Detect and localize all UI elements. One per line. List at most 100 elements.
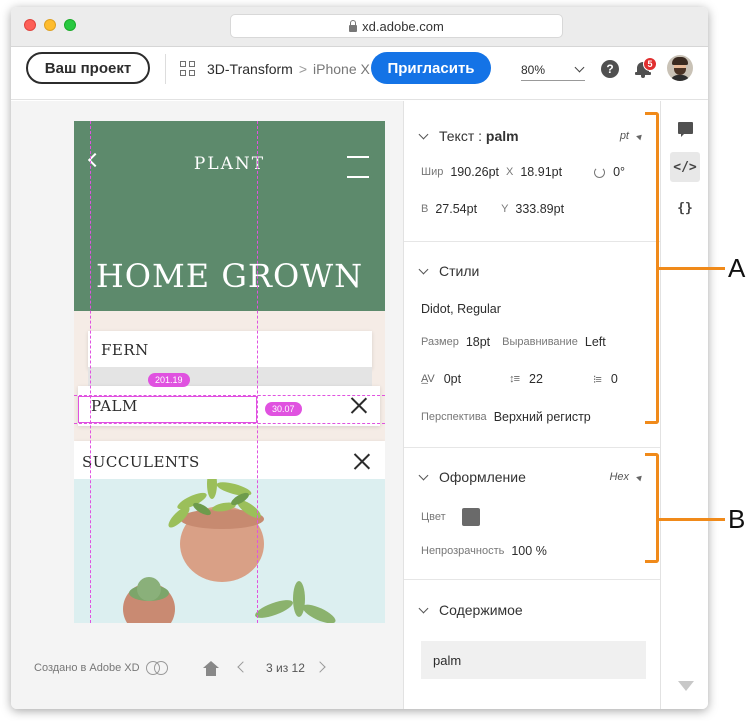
opacity-value[interactable]: 100 % (511, 544, 546, 558)
case-value[interactable]: Верхний регистр (494, 410, 591, 424)
appearance-section-header[interactable]: Оформление (418, 469, 526, 485)
breadcrumb-document[interactable]: 3D-Transform (207, 61, 293, 77)
measurement-label: 30.07 (265, 402, 302, 416)
content-header: Содержимое (439, 602, 523, 618)
right-rail: </> {} (660, 101, 708, 709)
x-value[interactable]: 18.91pt (520, 165, 562, 179)
font-value[interactable]: Didot, Regular (421, 302, 501, 316)
x-label: X (506, 166, 514, 178)
color-format-selector[interactable]: Hex (609, 471, 644, 483)
browser-window: xd.adobe.com Ваш проект 3D-Transform > i… (11, 7, 708, 709)
menu-icon (347, 154, 369, 178)
braces-icon: {} (677, 200, 693, 216)
chevron-down-icon (418, 129, 429, 139)
avatar[interactable] (667, 55, 693, 81)
breadcrumb-artboard[interactable]: iPhone X (313, 61, 370, 77)
position-row: В 27.54pt Y 333.89pt (421, 202, 564, 216)
appearance-header: Оформление (439, 469, 526, 485)
minimize-window-button[interactable] (44, 19, 56, 31)
previous-page-icon[interactable] (237, 661, 249, 673)
height-value[interactable]: 27.54pt (435, 202, 477, 216)
your-project-button[interactable]: Ваш проект (26, 52, 150, 84)
card-label: SUCCULENTS (82, 453, 200, 471)
opacity-row: Непрозрачность 100 % (421, 544, 547, 558)
measurement-label: 201.19 (148, 373, 190, 387)
grid-view-icon[interactable] (180, 61, 196, 77)
invite-button[interactable]: Пригласить (371, 52, 491, 84)
corner-triangle-icon (636, 473, 644, 481)
artboard-preview[interactable]: PLANT HOME GROWN FERN PALM SUCCULENTS 20… (74, 121, 385, 623)
y-label: Y (501, 203, 509, 215)
close-window-button[interactable] (24, 19, 36, 31)
tracking-value[interactable]: 0pt (444, 372, 461, 386)
selection-box[interactable] (78, 396, 257, 423)
chevron-down-icon (418, 470, 429, 480)
width-label: Шир (421, 166, 444, 178)
comments-button[interactable] (670, 113, 700, 143)
annotation-label-a: A (728, 253, 746, 283)
color-swatch[interactable] (461, 508, 480, 526)
page-counter: 3 из 12 (266, 661, 305, 675)
breadcrumb-separator: > (298, 61, 308, 77)
layout-guide (74, 423, 385, 424)
appearance-section: Оформление Hex Цвет Непрозрачность 100 % (404, 448, 661, 580)
made-with-xd[interactable]: Создано в Adobe XD (34, 661, 170, 675)
chevron-down-icon (574, 62, 585, 73)
styles-section-header[interactable]: Стили (418, 263, 479, 279)
toolbar-divider (165, 54, 166, 84)
font-size-label: Размер (421, 336, 459, 348)
content-text-field[interactable]: palm (421, 641, 646, 679)
size-row: Шир 190.26pt X 18.91pt 0° (421, 165, 625, 179)
help-icon[interactable]: ? (601, 60, 619, 78)
annotation-line-a (659, 267, 725, 270)
succulents-photo (74, 479, 385, 623)
maximize-window-button[interactable] (64, 19, 76, 31)
lock-icon (349, 19, 358, 32)
annotation-bracket-a (645, 112, 659, 424)
align-value[interactable]: Left (585, 335, 606, 349)
font-size-value[interactable]: 18pt (466, 335, 490, 349)
xd-toolbar: Ваш проект 3D-Transform > iPhone X Пригл… (11, 47, 708, 100)
opacity-label: Непрозрачность (421, 545, 505, 557)
card-fern[interactable]: FERN (88, 331, 372, 369)
properties-panel: Текст : palm pt Шир 190.26pt X 18.91pt 0… (403, 101, 661, 709)
layout-guide (257, 121, 258, 623)
hero-title: HOME GROWN (95, 257, 364, 295)
zoom-value: 80% (521, 62, 546, 77)
next-page-icon[interactable] (314, 661, 326, 673)
filter-icon[interactable] (678, 681, 694, 691)
color-label: Цвет (421, 511, 446, 523)
card-succulents[interactable]: SUCCULENTS (74, 441, 385, 623)
hero-banner: PLANT HOME GROWN (74, 121, 385, 311)
home-icon[interactable] (203, 661, 219, 676)
inspect-button[interactable]: </> (670, 152, 700, 182)
y-value[interactable]: 333.89pt (515, 202, 564, 216)
address-bar[interactable]: xd.adobe.com (230, 14, 563, 38)
text-layer-name: palm (485, 128, 519, 144)
rotation-value[interactable]: 0° (613, 165, 625, 179)
chevron-down-icon (418, 264, 429, 274)
breadcrumb: 3D-Transform > iPhone X (207, 61, 370, 77)
creative-cloud-icon (145, 661, 170, 675)
canvas-area: PLANT HOME GROWN FERN PALM SUCCULENTS 20… (11, 101, 403, 709)
text-section-header[interactable]: Текст : palm (418, 128, 519, 144)
content-section-header[interactable]: Содержимое (418, 602, 523, 618)
zoom-select[interactable]: 80% (521, 59, 585, 81)
assets-button[interactable]: {} (670, 193, 700, 223)
width-value[interactable]: 190.26pt (450, 165, 499, 179)
unit-selector[interactable]: pt (619, 130, 644, 142)
font-row: Didot, Regular (421, 302, 501, 316)
size-align-row: Размер 18pt Выравнивание Left (421, 335, 606, 349)
unit-value: pt (619, 130, 629, 142)
tracking-icon: A̲V (421, 373, 435, 385)
text-section: Текст : palm pt Шир 190.26pt X 18.91pt 0… (404, 101, 661, 242)
text-header: Текст : palm (439, 128, 519, 144)
line-height-value[interactable]: 22 (529, 372, 543, 386)
case-label: Перспектива (421, 411, 487, 423)
paragraph-spacing-value[interactable]: 0 (611, 372, 618, 386)
url-text: xd.adobe.com (362, 18, 444, 34)
made-with-text: Создано в Adobe XD (34, 662, 140, 674)
text-header-prefix: Текст : (439, 128, 486, 144)
rotate-icon (594, 166, 606, 178)
chevron-down-icon (418, 603, 429, 613)
